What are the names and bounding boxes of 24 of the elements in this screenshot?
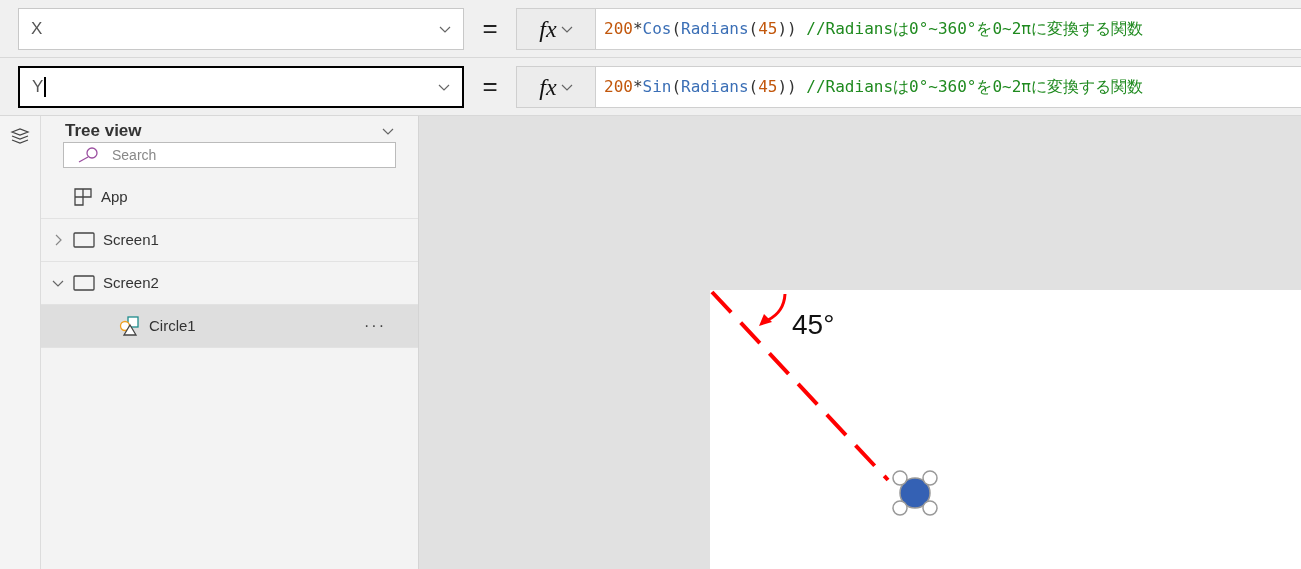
property-dropdown[interactable]: Y [18,65,464,108]
panel-title: Tree view [65,120,142,143]
search-icon [77,147,99,163]
equals-sign: = [481,12,499,45]
formula-field[interactable]: 200*Sin(Radians(45)) //Radiansは0°~360°を0~2πに変換する関数 [596,65,1301,108]
app-grid-icon [73,187,93,207]
tree-item[interactable]: Screen1 [41,219,418,262]
property-dropdown[interactable]: X [18,7,464,50]
function-button[interactable]: fx [516,65,596,108]
screen-icon [73,275,95,291]
function-button[interactable]: fx [516,7,596,50]
angle-arrow [759,293,787,326]
text-cursor [44,76,47,97]
shapes-icon [119,315,141,337]
layers-icon[interactable] [10,128,30,144]
angle-label: 45° [792,308,835,342]
selected-circle [892,470,938,516]
formula-field[interactable]: 200*Cos(Radians(45)) //Radiansは0°~360°を0~2πに変換する関数 [596,7,1301,50]
screen-icon [73,232,95,248]
tree-item[interactable]: Circle1 ··· [41,305,418,348]
more-options-button[interactable]: ··· [364,314,418,338]
equals-sign: = [481,70,499,103]
search-field[interactable]: Search [63,142,396,168]
tree-item[interactable]: App [41,176,418,219]
